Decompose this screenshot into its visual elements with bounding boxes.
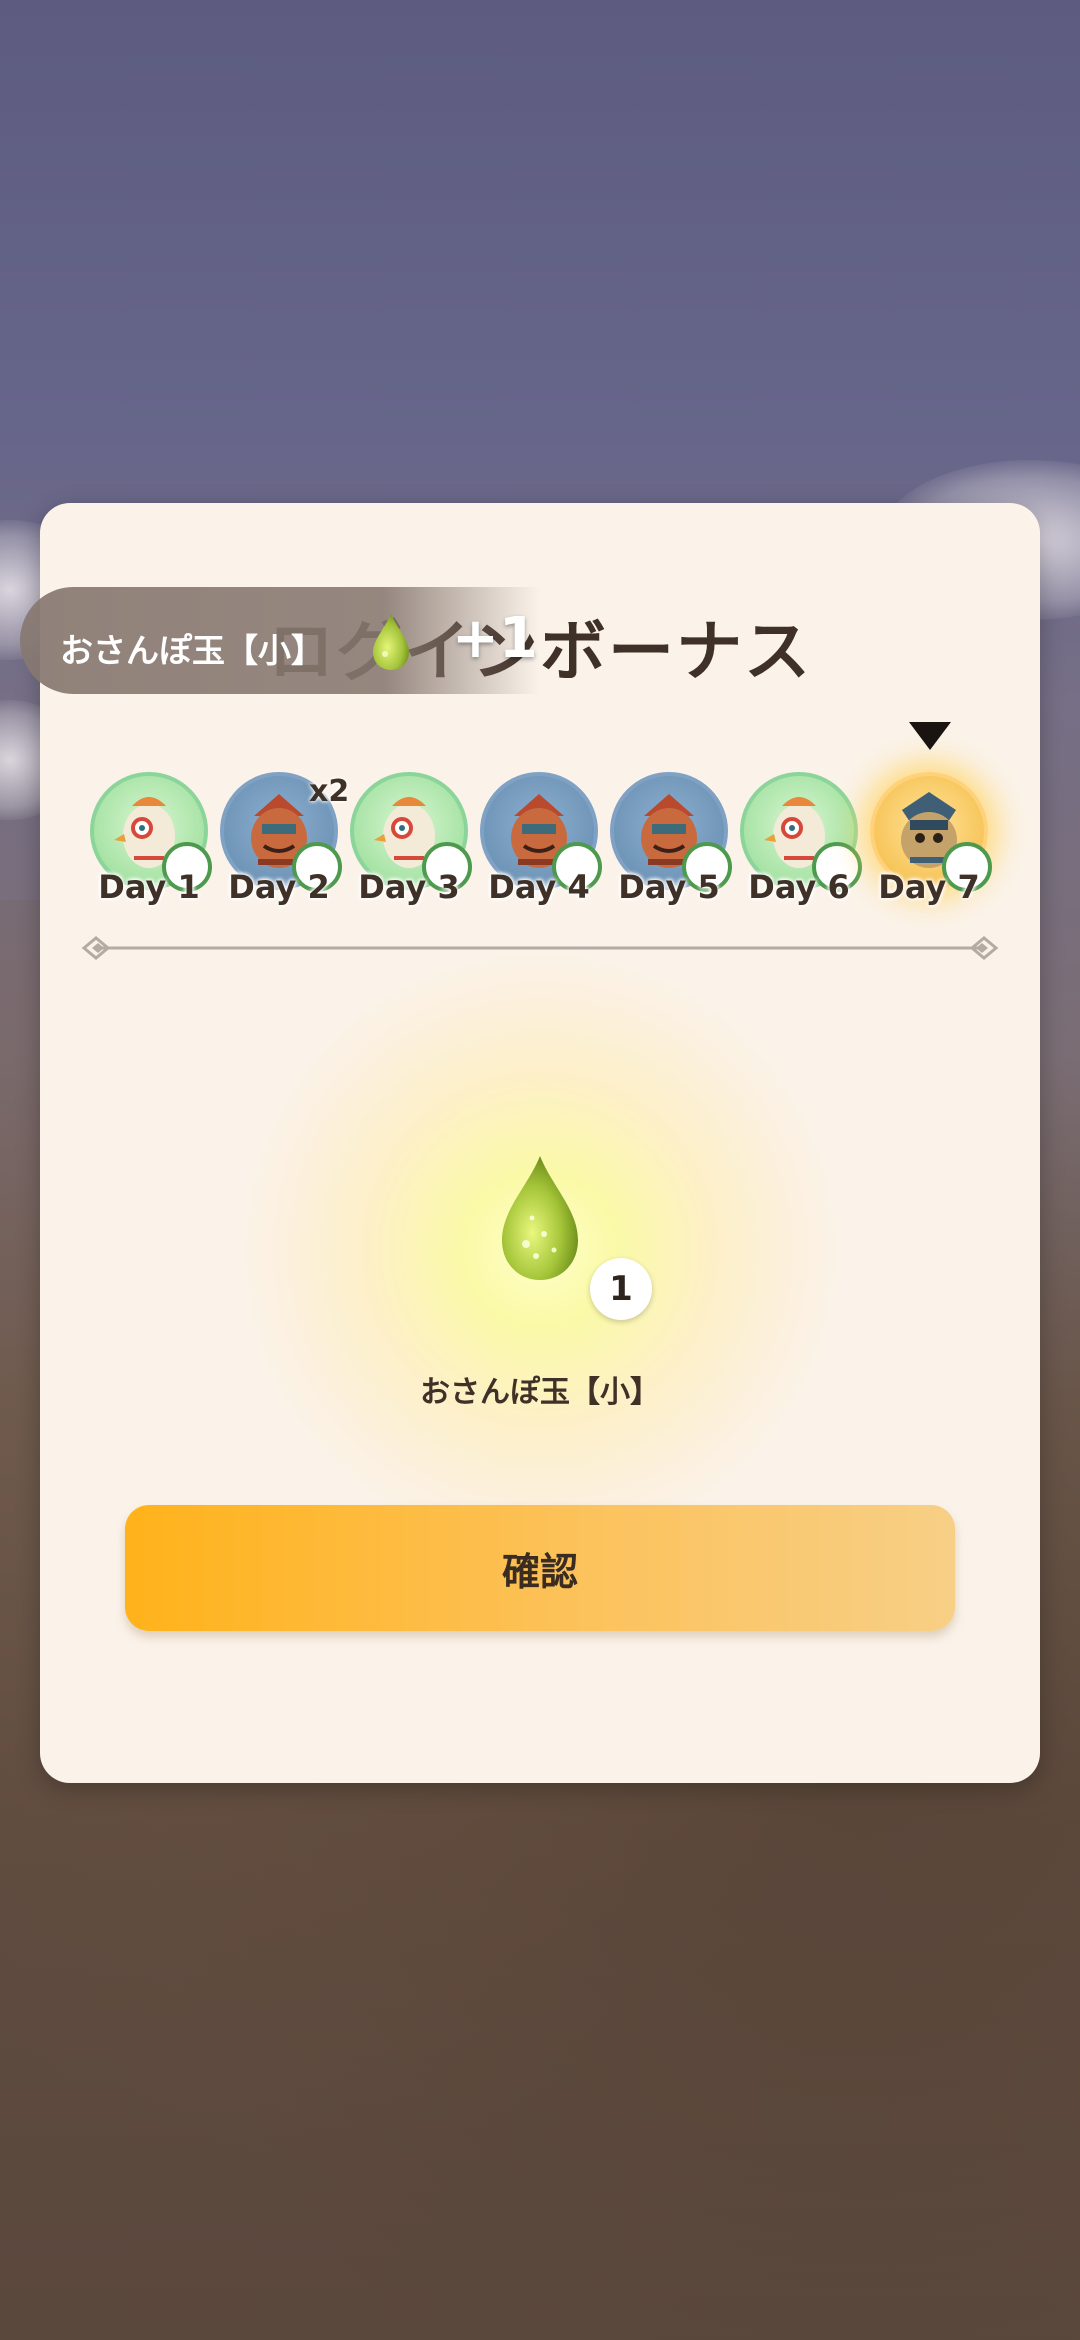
green-drop-icon (502, 1156, 578, 1280)
day-5-label: Day 5 (618, 868, 720, 906)
day-3-label: Day 3 (358, 868, 460, 906)
day-6-label: Day 6 (748, 868, 850, 906)
day-4-label: Day 4 (488, 868, 590, 906)
reward-name: おさんぽ玉【小】 (420, 1375, 660, 1410)
toast-item-name: おさんぽ玉【小】 (60, 631, 324, 670)
toast-increment: +1 (452, 606, 538, 671)
day-2-multiplier: x2 (309, 774, 350, 809)
day-1-label: Day 1 (98, 868, 200, 906)
green-drop-icon (373, 614, 409, 670)
day-2-label: Day 2 (228, 868, 330, 906)
reward-count-badge: 1 (590, 1258, 652, 1320)
confirm-button[interactable]: 確認 (125, 1505, 955, 1631)
day-7-label: Day 7 (878, 868, 980, 906)
current-day-pointer-icon (909, 722, 951, 750)
login-bonus-screen: ログインボーナス おさんぽ玉【小】 +1 x2 Day 1 Day 2 Day … (0, 0, 1080, 2340)
